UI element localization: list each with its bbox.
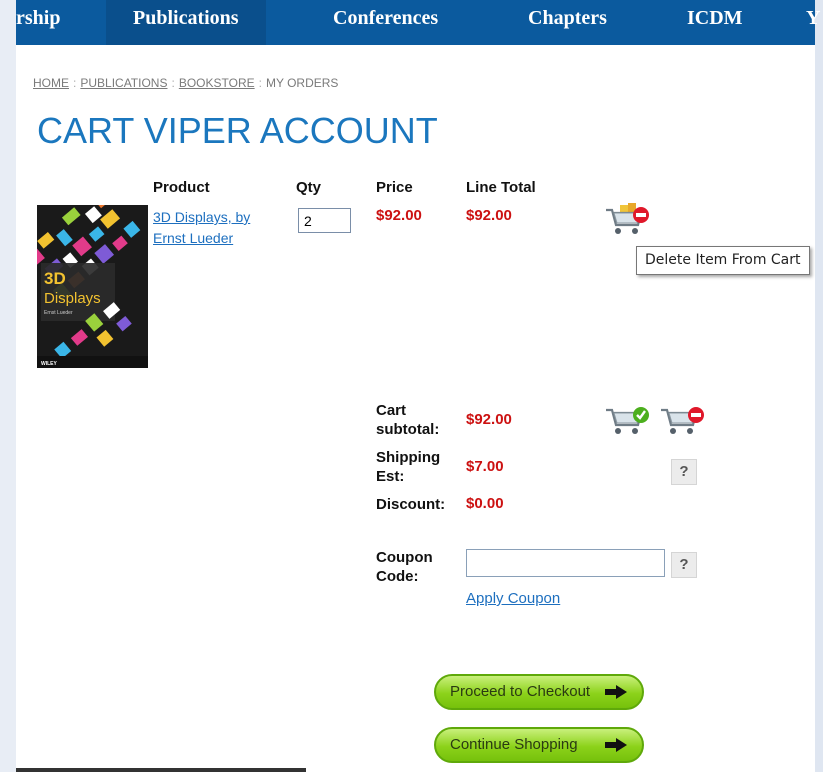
shipping-help-button[interactable]: ? [671, 459, 697, 485]
cover-publisher: WILEY [41, 361, 57, 367]
arrow-right-icon [605, 685, 627, 699]
cart-empty-icon [661, 407, 704, 434]
breadcrumb-bookstore[interactable]: BOOKSTORE [179, 76, 255, 90]
proceed-to-checkout-button[interactable]: Proceed to Checkout [434, 674, 644, 710]
coupon-help-button[interactable]: ? [671, 552, 697, 578]
cover-title-3d: 3D [44, 269, 66, 288]
left-margin [0, 0, 16, 772]
cart-remove-icon [606, 203, 649, 234]
update-cart-button[interactable] [604, 401, 650, 442]
continue-label: Continue Shopping [450, 736, 578, 753]
breadcrumb: HOME: PUBLICATIONS: BOOKSTORE: MY ORDERS [33, 76, 338, 90]
continue-shopping-button[interactable]: Continue Shopping [434, 727, 644, 763]
header-price: Price [376, 179, 413, 196]
nav-item-more[interactable]: Y [806, 7, 820, 30]
nav-item-label: Publications [133, 7, 239, 29]
nav-item-conferences[interactable]: Conferences [333, 7, 438, 30]
header-line-total: Line Total [466, 179, 536, 196]
subtotal-label: Cart subtotal: [376, 402, 440, 438]
coupon-label: Coupon Code: [376, 549, 433, 585]
breadcrumb-separator: : [258, 76, 262, 90]
page: rship Publications Conferences Chapters … [16, 0, 820, 772]
arrow-right-icon [605, 738, 627, 752]
coupon-input[interactable] [466, 549, 665, 577]
nav-item-publications[interactable]: Publications [106, 0, 266, 45]
product-link[interactable]: 3D Displays, by Ernst Lueder [153, 207, 283, 249]
delete-tooltip: Delete Item From Cart [636, 246, 810, 275]
apply-coupon-link[interactable]: Apply Coupon [466, 590, 560, 607]
item-line-total: $92.00 [466, 207, 512, 224]
subtotal-value: $92.00 [466, 411, 512, 428]
quantity-input[interactable] [298, 208, 351, 233]
checkout-label: Proceed to Checkout [450, 683, 591, 700]
header-product: Product [153, 179, 210, 196]
nav-item-icdm[interactable]: ICDM [687, 7, 743, 30]
cart-update-icon [606, 407, 649, 434]
header-qty: Qty [296, 179, 322, 196]
breadcrumb-current: MY ORDERS [265, 76, 339, 90]
discount-label: Discount: [376, 496, 446, 513]
bottom-divider [16, 768, 306, 772]
shipping-value: $7.00 [466, 458, 504, 475]
nav-item-chapters[interactable]: Chapters [528, 7, 607, 30]
item-price: $92.00 [376, 207, 422, 224]
nav-item-membership[interactable]: rship [16, 7, 60, 30]
cover-title-word: Displays [44, 290, 101, 307]
breadcrumb-separator: : [171, 76, 175, 90]
discount-value: $0.00 [466, 495, 504, 512]
cover-author: Ernst Lueder [44, 310, 73, 316]
product-thumbnail[interactable]: 3D Displays Ernst Lueder WILEY [37, 205, 148, 368]
top-nav: rship Publications Conferences Chapters … [16, 0, 820, 45]
breadcrumb-publications[interactable]: PUBLICATIONS [80, 76, 167, 90]
page-title: CART VIPER ACCOUNT [37, 110, 438, 151]
breadcrumb-home[interactable]: HOME [33, 76, 69, 90]
breadcrumb-separator: : [73, 76, 77, 90]
right-margin [815, 0, 823, 772]
delete-item-button[interactable] [604, 201, 650, 242]
book-cover-image: 3D Displays Ernst Lueder WILEY [37, 205, 148, 368]
shipping-label: Shipping Est: [376, 449, 441, 485]
empty-cart-button[interactable] [659, 401, 705, 442]
